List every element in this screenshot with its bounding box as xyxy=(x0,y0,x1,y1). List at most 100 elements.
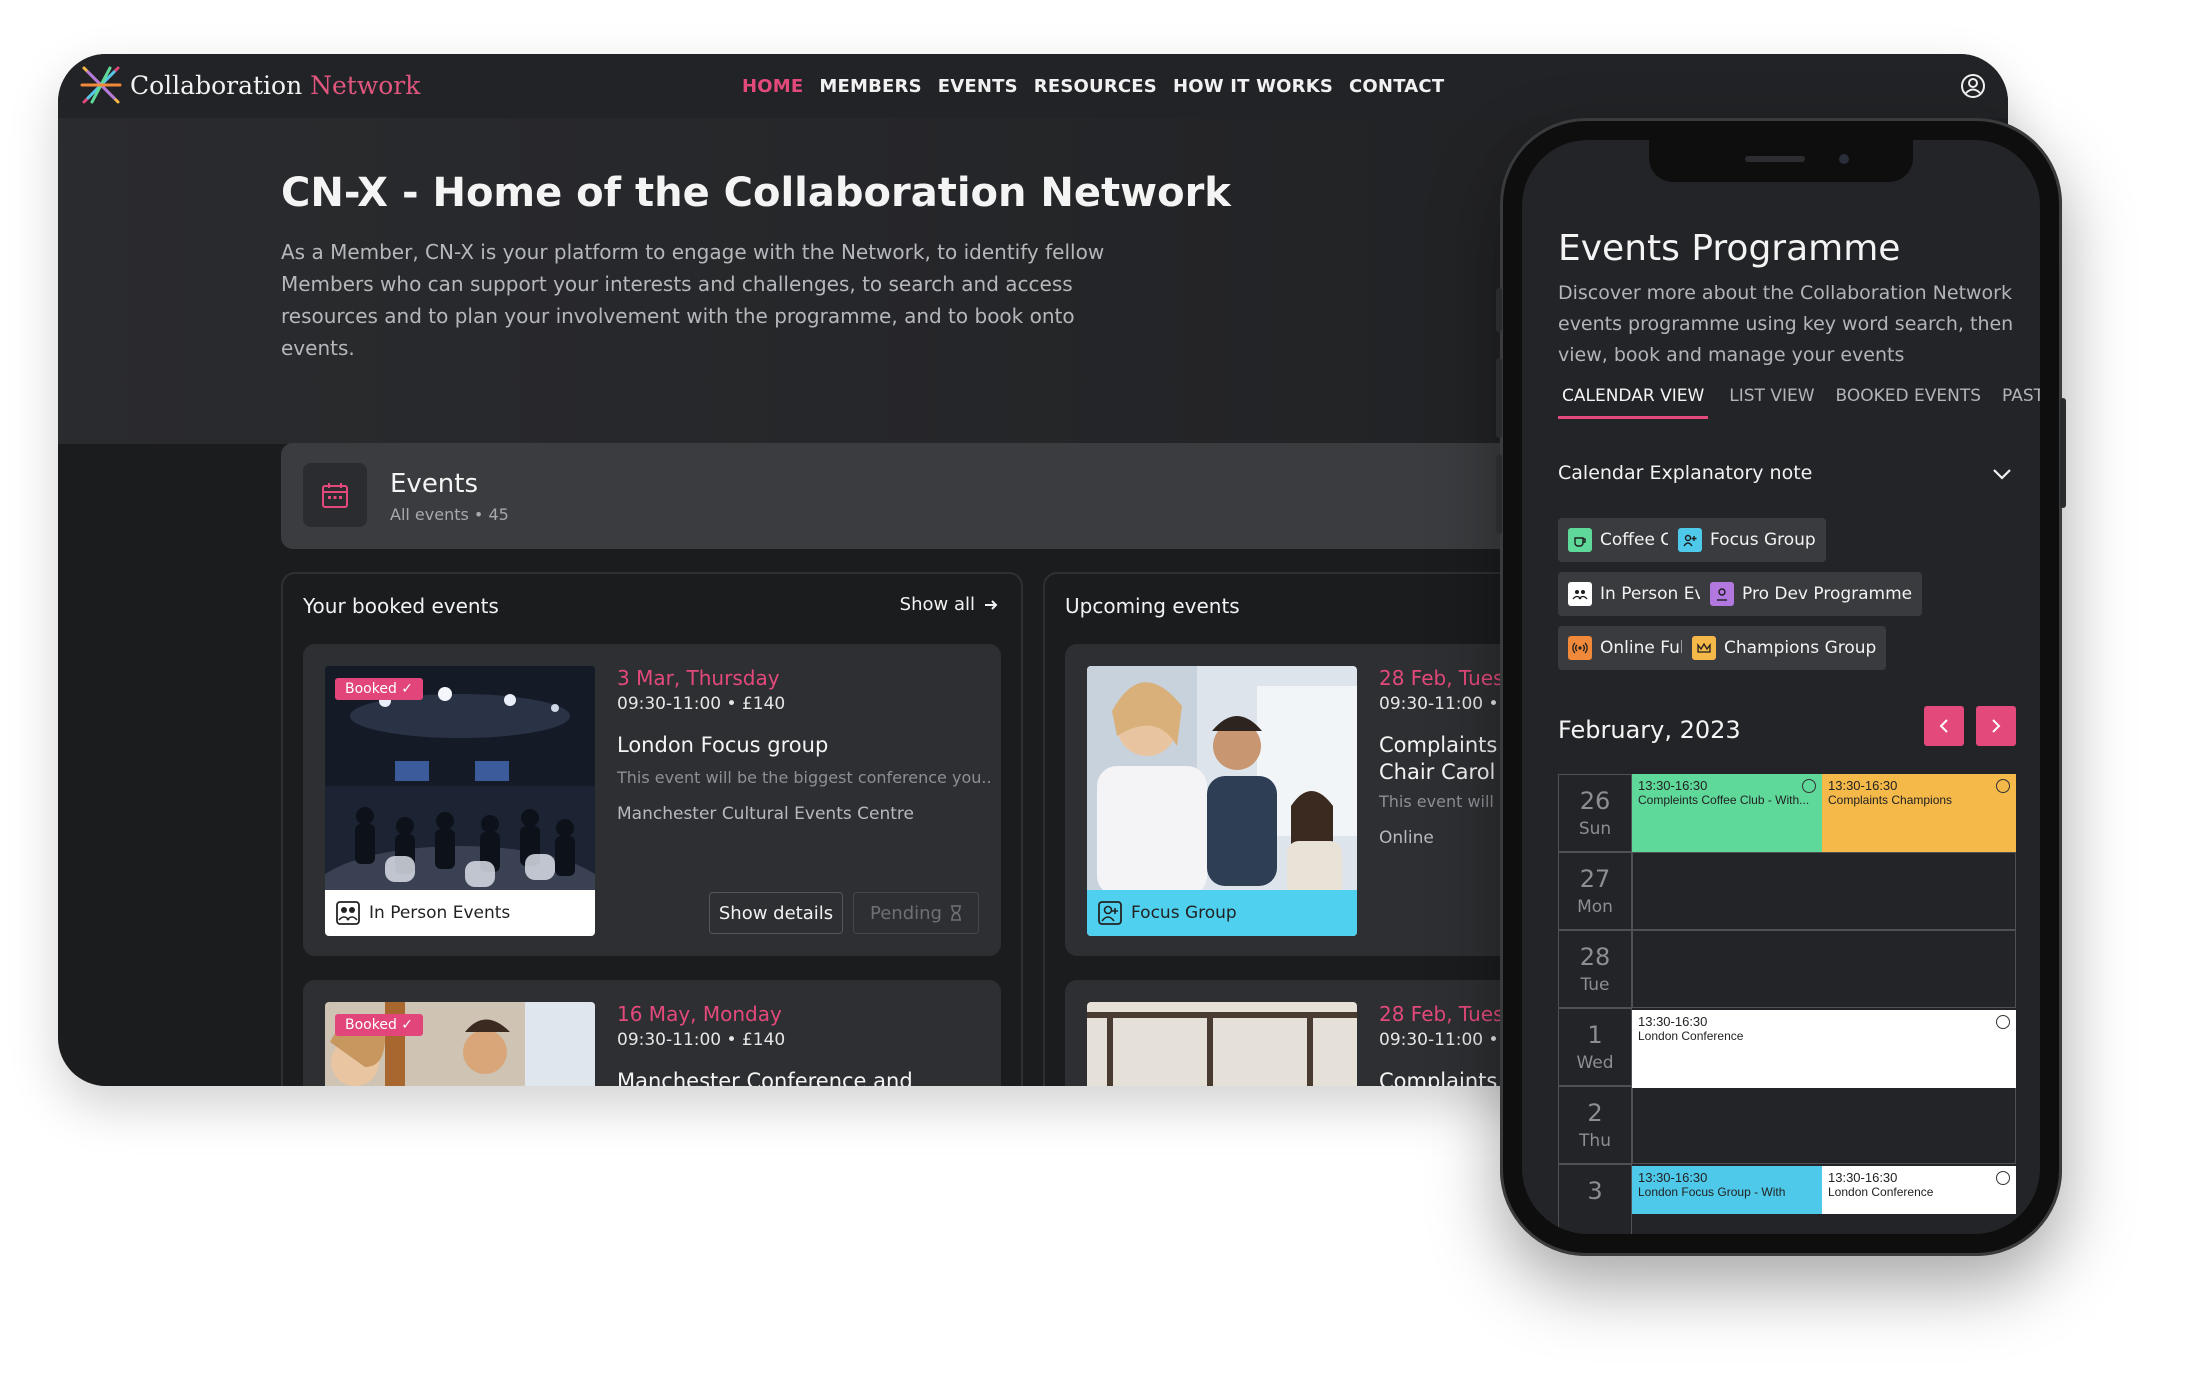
chevron-left-icon xyxy=(1939,719,1948,733)
tab-booked-events[interactable]: BOOKED EVENTS xyxy=(1836,386,1982,419)
show-details-button[interactable]: Show details xyxy=(709,892,843,934)
event-time-price: 09:30-11:00 • £140 xyxy=(617,1030,786,1050)
focus-group-icon xyxy=(1678,528,1702,552)
nav-members[interactable]: MEMBERS xyxy=(819,76,921,97)
tab-list-view[interactable]: LIST VIEW xyxy=(1729,386,1814,419)
legend-chip-focus-group[interactable]: Focus Group xyxy=(1668,518,1826,562)
calendar-day[interactable]: 28 Tue xyxy=(1558,930,1632,1008)
event-type-label: In Person Events xyxy=(369,903,511,923)
check-circle-icon xyxy=(1802,779,1816,793)
calendar-day[interactable]: 2 Thu xyxy=(1558,1086,1632,1164)
event-location: Manchester Cultural Events Centre xyxy=(617,804,914,824)
booked-events-heading: Your booked events xyxy=(303,594,499,618)
event-title: Manchester Conference and xyxy=(617,1069,913,1086)
nav-how-it-works[interactable]: HOW IT WORKS xyxy=(1173,76,1333,97)
event-time-price: 09:30-11:00 • £140 xyxy=(617,694,786,714)
events-panel-count: All events • 45 xyxy=(390,505,509,524)
nav-home[interactable]: HOME xyxy=(742,76,803,97)
event-description: This event will b xyxy=(1379,792,1510,811)
top-navigation: Collaboration Network HOME MEMBERS EVENT… xyxy=(58,54,2008,119)
hero-description: As a Member, CN-X is your platform to en… xyxy=(281,240,1105,360)
chevron-down-icon[interactable] xyxy=(1992,468,2012,480)
check-circle-icon xyxy=(1996,1171,2010,1185)
legend-chip-champions-group[interactable]: Champions Group xyxy=(1682,626,1887,670)
booked-event-card[interactable]: Booked ✓ In Person Events 3 Mar, Thursda… xyxy=(303,644,1001,956)
nav-resources[interactable]: RESOURCES xyxy=(1034,76,1157,97)
phone-screen: Events Programme Discover more about the… xyxy=(1522,140,2040,1234)
events-panel-title: Events xyxy=(390,469,479,499)
calendar-icon xyxy=(322,483,348,508)
calendar-day[interactable]: 3 xyxy=(1558,1164,1632,1234)
event-thumbnail xyxy=(1087,1002,1357,1086)
prev-month-button[interactable] xyxy=(1924,706,1964,746)
check-circle-icon xyxy=(1996,779,2010,793)
tab-past-events[interactable]: PAST EVE xyxy=(2002,386,2040,419)
pending-button[interactable]: Pending xyxy=(853,892,979,934)
event-title: London Focus group xyxy=(617,733,829,757)
venue-photo xyxy=(1087,1002,1357,1086)
events-programme-description: Discover more about the Collaboration Ne… xyxy=(1558,282,2014,366)
chip-label: Focus Group xyxy=(1710,530,1816,550)
event-type-strip: In Person Events xyxy=(325,890,595,936)
legend-chip-pro-dev-programme[interactable]: Pro Dev Programme xyxy=(1700,572,1923,616)
in-person-events-icon xyxy=(336,901,360,925)
next-month-button[interactable] xyxy=(1976,706,2016,746)
phone-notch xyxy=(1649,140,1913,182)
calendar-month: February, 2023 xyxy=(1558,716,1741,744)
check-circle-icon xyxy=(1996,1015,2010,1029)
calendar-event-london-conference[interactable]: 13:30-16:30 London Conference xyxy=(1632,1010,2016,1088)
calendar-event-coffee-club[interactable]: 13:30-16:30 Compleints Coffee Club - With… xyxy=(1632,774,1822,852)
calendar-event-london-conference[interactable]: 13:30-16:30 London Conference xyxy=(1822,1166,2016,1214)
broadcast-icon xyxy=(1568,636,1592,660)
nav-contact[interactable]: CONTACT xyxy=(1349,76,1444,97)
focus-group-icon xyxy=(1098,901,1122,925)
event-type-strip: Focus Group xyxy=(1087,890,1357,936)
site-logo[interactable]: Collaboration Network xyxy=(80,64,420,106)
event-thumbnail: Booked ✓ xyxy=(325,1002,595,1086)
event-thumbnail: Booked ✓ In Person Events xyxy=(325,666,595,936)
in-person-events-icon xyxy=(1568,582,1592,606)
logo-text: Collaboration Network xyxy=(130,70,421,100)
mute-switch xyxy=(1496,288,1502,332)
show-all-label: Show all xyxy=(899,594,975,615)
calendar-event-focus-group[interactable]: 13:30-16:30 London Focus Group - With xyxy=(1632,1166,1822,1214)
coffee-cup-icon xyxy=(1568,528,1592,552)
front-camera xyxy=(1839,154,1849,164)
calendar-day[interactable]: 27 Mon xyxy=(1558,852,1632,930)
event-description: This event will be the biggest conferenc… xyxy=(617,768,992,787)
show-all-link[interactable]: Show all xyxy=(900,594,999,615)
booked-events-column: Your booked events Show all Booked ✓ In … xyxy=(281,572,1023,1086)
calendar-day[interactable]: 26 Sun xyxy=(1558,774,1632,852)
tab-calendar-view[interactable]: CALENDAR VIEW xyxy=(1558,386,1709,419)
event-location: Online xyxy=(1379,828,1434,848)
chevron-right-icon xyxy=(1992,719,2001,733)
calendar-slot[interactable] xyxy=(1632,1086,2016,1164)
booked-badge: Booked ✓ xyxy=(335,678,424,700)
event-date: 16 May, Monday xyxy=(617,1002,782,1026)
calendar-slot[interactable] xyxy=(1632,930,2016,1008)
phone-device: Events Programme Discover more about the… xyxy=(1496,118,2066,1256)
event-date: 3 Mar, Thursday xyxy=(617,666,780,690)
hourglass-icon xyxy=(950,905,961,921)
event-thumbnail: Focus Group xyxy=(1087,666,1357,936)
nav-events[interactable]: EVENTS xyxy=(938,76,1018,97)
pro-dev-icon xyxy=(1710,582,1734,606)
event-type-label: Focus Group xyxy=(1131,903,1237,923)
events-summary-panel[interactable]: Events All events • 45 xyxy=(281,443,1581,549)
upcoming-events-heading: Upcoming events xyxy=(1065,594,1240,618)
calendar-slot[interactable] xyxy=(1632,852,2016,930)
view-tabs: CALENDAR VIEW LIST VIEW BOOKED EVENTS PA… xyxy=(1558,386,2040,419)
chip-label: Champions Group xyxy=(1724,638,1877,658)
arrow-right-icon xyxy=(985,599,998,610)
user-account-icon[interactable] xyxy=(1960,73,1986,99)
logo-icon xyxy=(80,66,122,104)
calendar-day[interactable]: 1 Wed xyxy=(1558,1008,1632,1086)
calendar-grid: 26 Sun 27 Mon 28 Tue 1 Wed 2 Thu 3 13:30-16:3… xyxy=(1558,774,2016,1234)
booked-badge: Booked ✓ xyxy=(335,1014,424,1036)
booked-event-card[interactable]: Booked ✓ 16 May, Monday 09:30-11:00 • £1… xyxy=(303,980,1001,1086)
crown-icon xyxy=(1692,636,1716,660)
calendar-event-champions[interactable]: 13:30-16:30 Complaints Champions xyxy=(1822,774,2016,852)
chip-label: Pro Dev Programme xyxy=(1742,584,1913,604)
calendar-explanatory-note[interactable]: Calendar Explanatory note xyxy=(1558,462,1812,484)
page-title: CN-X - Home of the Collaboration Network xyxy=(281,170,1231,216)
